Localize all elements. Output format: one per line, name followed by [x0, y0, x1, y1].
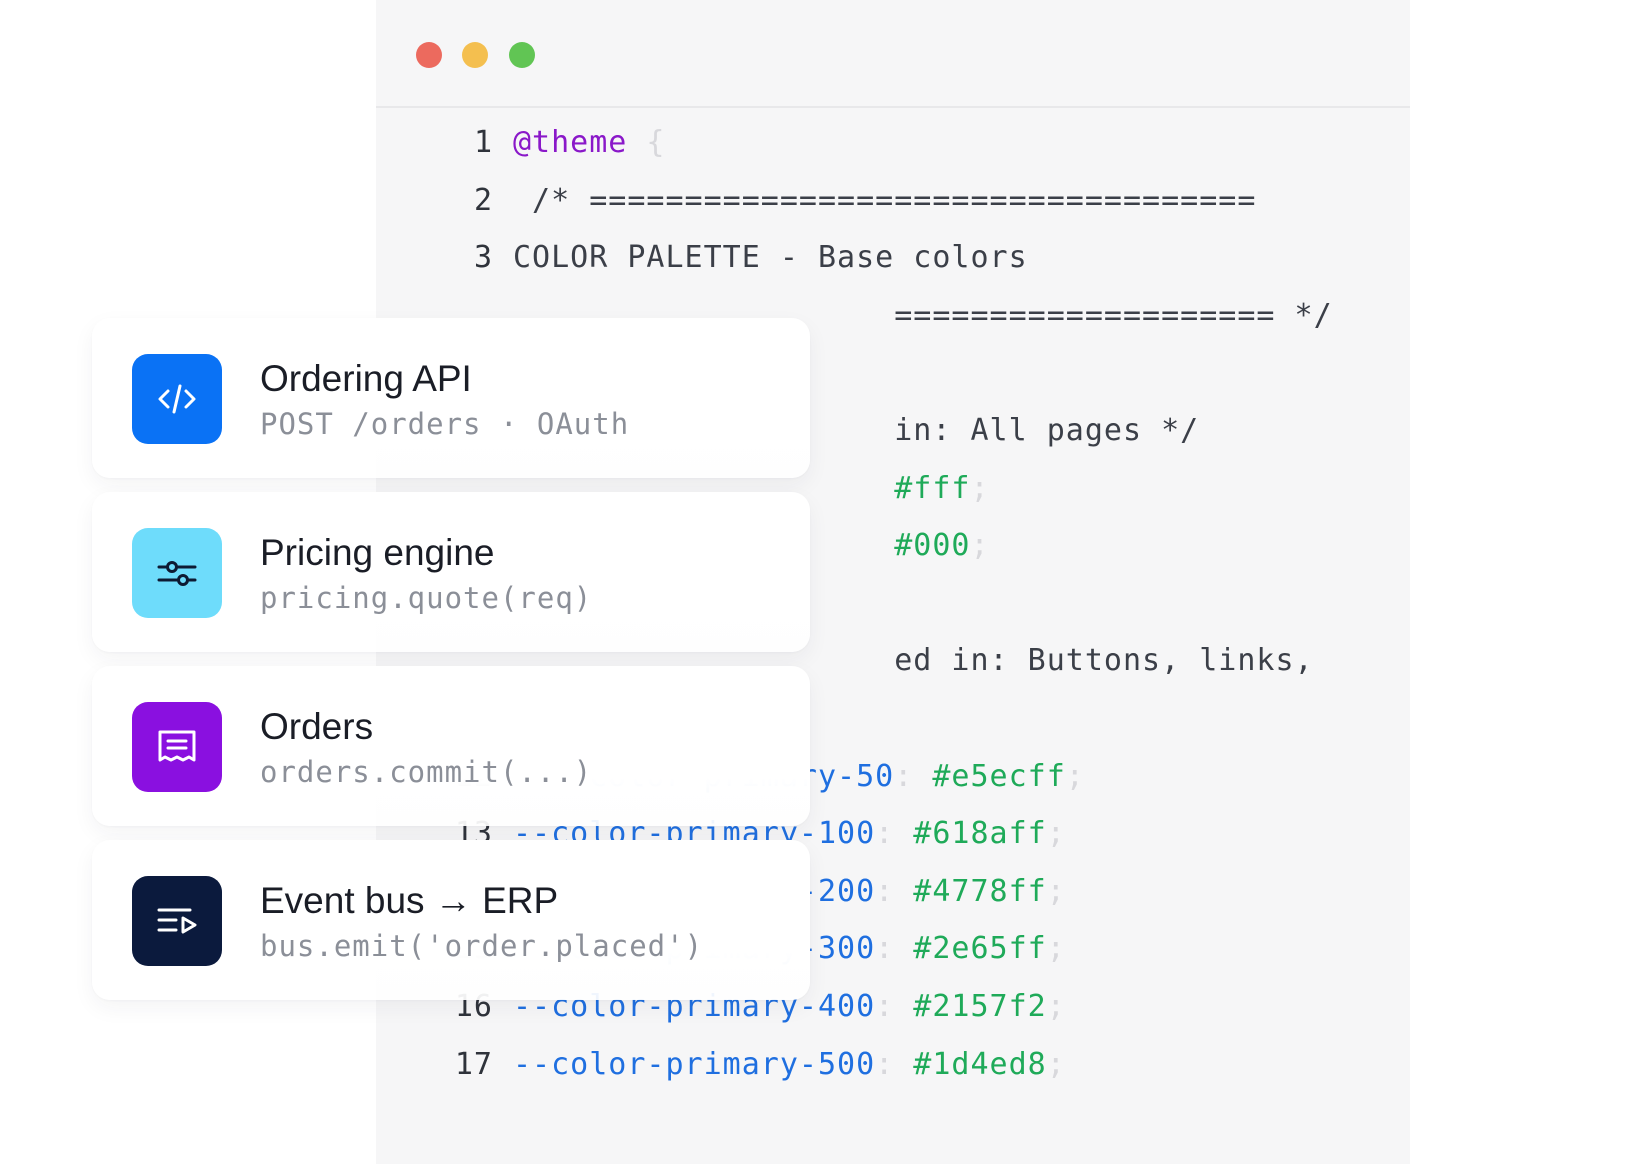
- code-token: ;: [970, 528, 990, 564]
- code-text: COLOR PALETTE - Base colors: [513, 228, 1028, 288]
- code-token: COLOR PALETTE - Base colors: [513, 240, 1028, 276]
- code-token: ;: [970, 470, 990, 506]
- card-subtitle: bus.emit('order.placed'): [260, 929, 704, 963]
- code-text: --color-primary-500: #1d4ed8;: [513, 1035, 1066, 1095]
- card-ordering-api[interactable]: Ordering API POST /orders · OAuth: [92, 318, 810, 478]
- code-token: #2e65ff: [913, 931, 1047, 967]
- code-token: ;: [1065, 758, 1085, 794]
- code-token: #4778ff: [913, 873, 1047, 909]
- card-subtitle: POST /orders · OAuth: [260, 407, 630, 441]
- card-title: Ordering API: [260, 358, 472, 399]
- code-token: @theme: [513, 125, 628, 160]
- code-token: ;: [1046, 873, 1066, 909]
- card-subtitle: pricing.quote(req): [260, 581, 593, 615]
- sliders-icon: [157, 561, 197, 586]
- code-token: :: [875, 1046, 914, 1082]
- code-token: #e5ecff: [932, 758, 1066, 794]
- maximize-window-button[interactable]: [509, 42, 535, 68]
- card-pricing-engine[interactable]: Pricing engine pricing.quote(req): [92, 492, 810, 652]
- minimize-window-button[interactable]: [462, 42, 488, 68]
- orders-icon-box: [132, 702, 222, 792]
- card-title: Orders: [260, 706, 374, 747]
- card-title: Event bus → ERP: [260, 880, 559, 921]
- receipt-icon: [158, 730, 196, 762]
- pricing-engine-icon-box: [132, 528, 222, 618]
- code-token: ;: [1046, 989, 1066, 1024]
- code-token: :: [875, 873, 914, 909]
- code-line: 1 @theme {: [376, 113, 1410, 173]
- window-titlebar: [376, 0, 1410, 108]
- line-number: 3: [473, 240, 493, 276]
- card-event-bus[interactable]: Event bus → ERP bus.emit('order.placed'): [92, 840, 810, 1000]
- ordering-api-icon-box: [132, 354, 222, 444]
- code-token: /* ===================================: [513, 182, 1257, 218]
- card-orders[interactable]: Orders orders.commit(...): [92, 666, 810, 826]
- code-token: :: [875, 816, 914, 852]
- code-text: @theme {: [513, 113, 666, 173]
- code-token: ;: [1046, 816, 1066, 852]
- code-token: :: [875, 989, 914, 1024]
- code-line: 3 COLOR PALETTE - Base colors: [376, 228, 1410, 288]
- code-token: :: [894, 758, 933, 794]
- code-token: #2157f2: [913, 989, 1047, 1024]
- line-number: 1: [473, 125, 493, 160]
- line-number: 2: [473, 182, 493, 218]
- close-window-button[interactable]: [416, 42, 442, 68]
- code-icon: [158, 384, 196, 414]
- code-token: {: [627, 125, 666, 160]
- card-title: Pricing engine: [260, 532, 495, 573]
- code-line: 17 --color-primary-500: #1d4ed8;: [376, 1035, 1410, 1095]
- code-token: ;: [1046, 931, 1066, 967]
- card-subtitle: orders.commit(...): [260, 755, 593, 789]
- event-bus-icon-box: [132, 876, 222, 966]
- code-token: ;: [1046, 1046, 1066, 1082]
- code-token: #1d4ed8: [913, 1046, 1047, 1082]
- code-line: 2 /* ===================================: [376, 171, 1410, 231]
- code-token: :: [875, 931, 914, 967]
- line-number: 17: [454, 1046, 493, 1082]
- code-token: --color-primary-500: [513, 1046, 876, 1082]
- code-text: /* ===================================: [513, 171, 1256, 231]
- stage: 1 @theme {2 /* ==========================…: [0, 0, 1650, 1164]
- code-token: #618aff: [913, 816, 1047, 852]
- stream-icon: [157, 908, 197, 934]
